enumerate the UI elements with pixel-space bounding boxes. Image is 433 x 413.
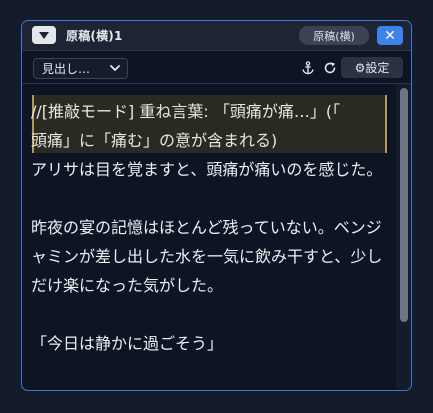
title-bar[interactable]: 原稿(横)1 原稿(横) ✕ <box>22 21 411 51</box>
paragraph: アリサは目を覚ますと、頭痛が痛いのを感じた。 <box>31 160 383 179</box>
paragraph: 昨夜の宴の記憶はほとんど残っていない。ベンジャミンが差し出した水を一気に飲み干す… <box>31 218 383 295</box>
window-title: 原稿(横)1 <box>66 29 123 43</box>
toolbar: 見出し… ⚙設定 <box>22 51 411 84</box>
scrollbar-thumb[interactable] <box>400 88 408 322</box>
editor-window: 原稿(横)1 原稿(横) ✕ 見出し… ⚙設定 //[推敲モード] 重ね言葉: … <box>21 20 412 391</box>
paragraph: 「今日は静かに過ごそう」 <box>31 334 224 353</box>
anchor-button[interactable] <box>297 58 319 78</box>
heading-select[interactable]: 見出し… <box>33 58 128 79</box>
close-button[interactable]: ✕ <box>377 26 403 45</box>
triangle-down-icon <box>39 32 49 39</box>
note-line-1: //[推敲モード] 重ね言葉: 「頭痛が痛…」(「 <box>31 102 341 121</box>
collapse-button[interactable] <box>32 26 56 44</box>
mode-badge: 原稿(横) <box>299 26 369 45</box>
editor-content[interactable]: //[推敲モード] 重ね言葉: 「頭痛が痛…」(「 頭痛」に「痛む」の意が含まれる… <box>22 84 394 390</box>
refresh-icon <box>324 62 336 74</box>
note-line-2: 頭痛」に「痛む」の意が含まれる) <box>31 131 278 150</box>
chevron-down-icon <box>110 65 120 71</box>
refresh-button[interactable] <box>319 58 341 78</box>
close-icon: ✕ <box>384 27 396 44</box>
manuscript-body[interactable]: アリサは目を覚ますと、頭痛が痛いのを感じた。 昨夜の宴の記憶はほとんど残っていな… <box>31 155 387 358</box>
scrollbar-track[interactable] <box>396 84 411 390</box>
proofreading-note: //[推敲モード] 重ね言葉: 「頭痛が痛…」(「 頭痛」に「痛む」の意が含まれる… <box>31 97 387 155</box>
heading-select-value: 見出し… <box>42 62 91 76</box>
settings-button[interactable]: ⚙設定 <box>341 57 403 78</box>
anchor-icon <box>302 61 314 75</box>
